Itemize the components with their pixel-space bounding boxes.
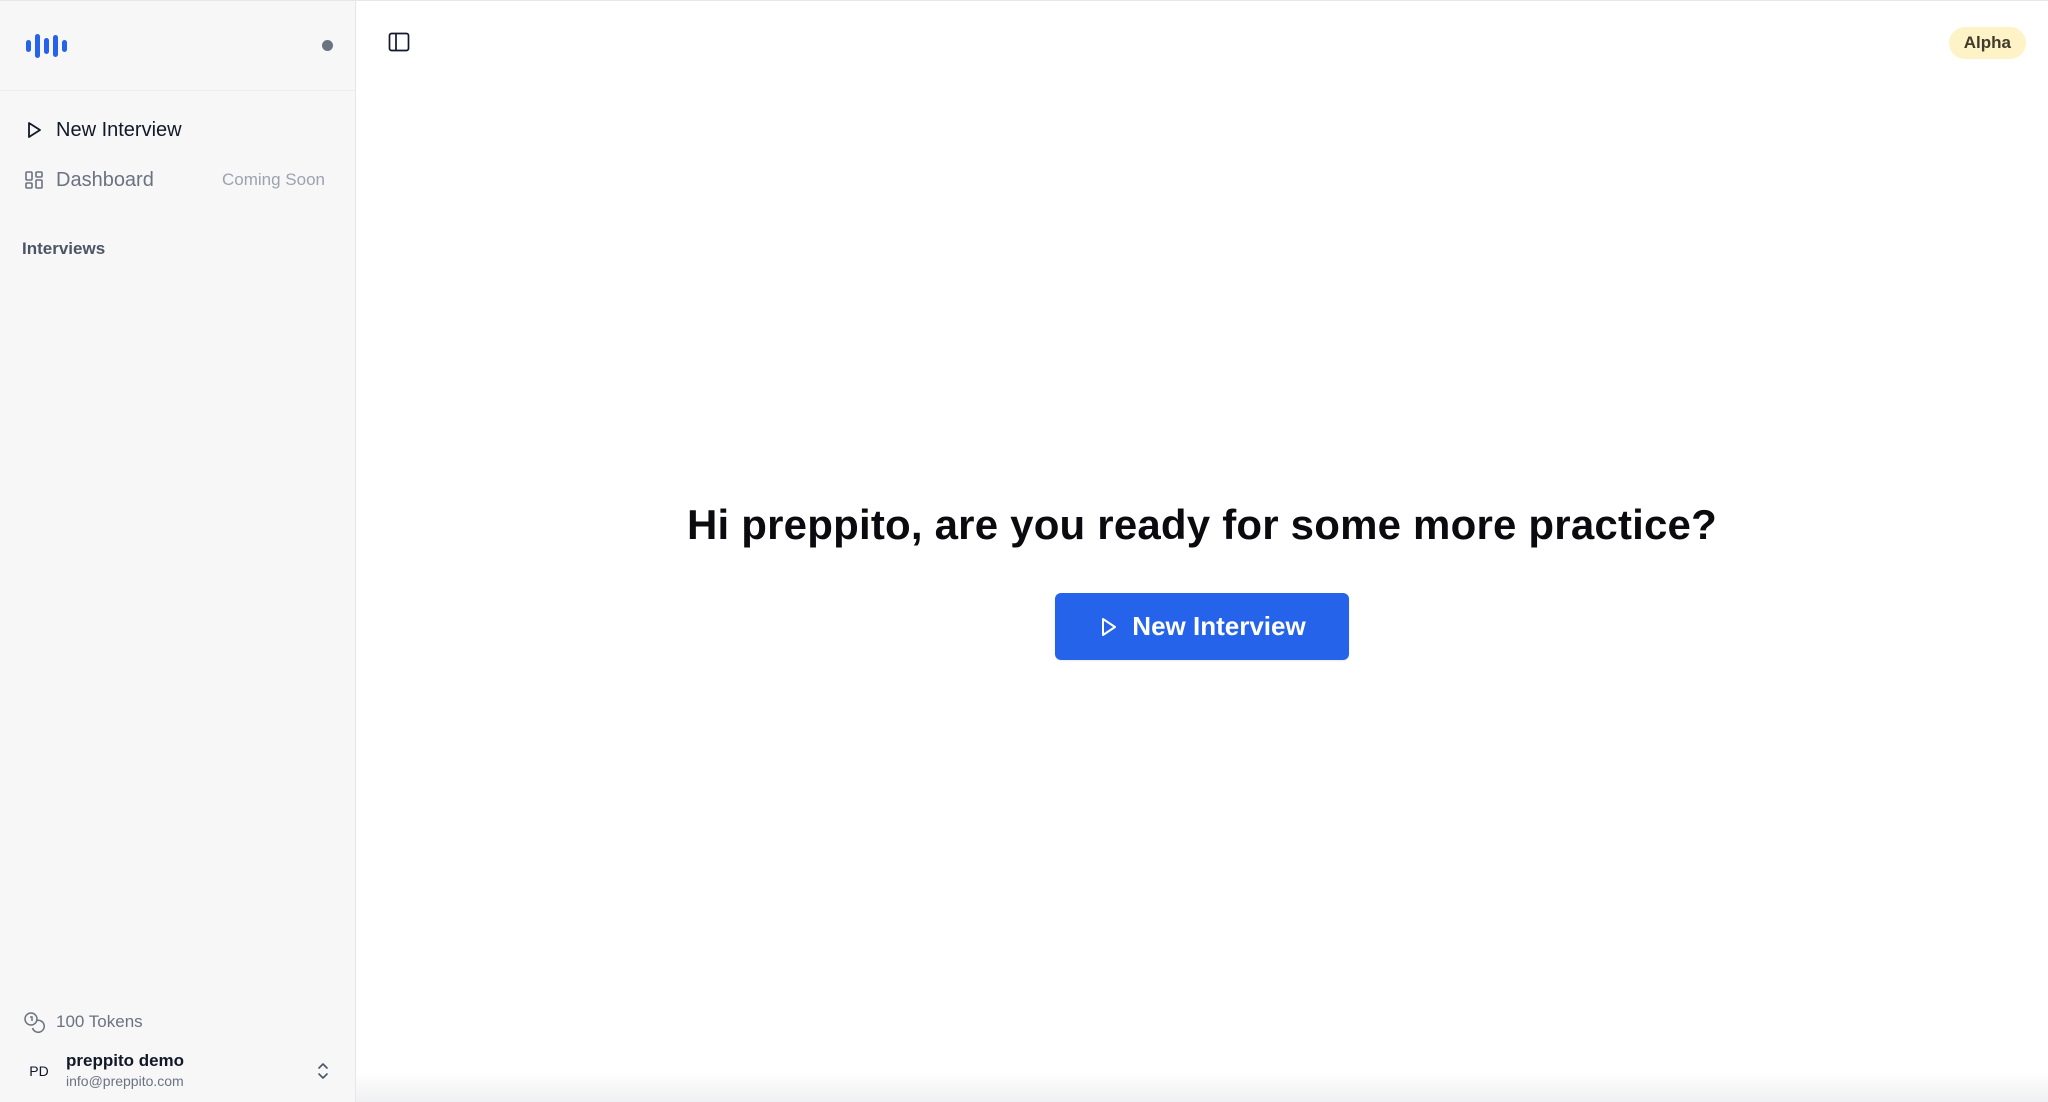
play-icon bbox=[22, 118, 46, 142]
bottom-shade bbox=[356, 1072, 2048, 1102]
avatar: PD bbox=[29, 1063, 49, 1079]
tokens-indicator: 100 Tokens bbox=[0, 1000, 355, 1044]
sidebar-item-label: New Interview bbox=[56, 118, 182, 141]
sidebar-header bbox=[0, 1, 355, 91]
main-content: Alpha Hi preppito, are you ready for som… bbox=[356, 1, 2048, 1102]
sidebar-item-new-interview[interactable]: New Interview bbox=[22, 105, 333, 155]
new-interview-button-label: New Interview bbox=[1132, 611, 1306, 641]
user-email: info@preppito.com bbox=[66, 1073, 184, 1089]
sidebar-nav: New Interview Dashboard Coming Soon bbox=[0, 91, 355, 205]
sidebar-item-dashboard[interactable]: Dashboard Coming Soon bbox=[22, 155, 333, 205]
status-dot-icon bbox=[322, 40, 333, 51]
new-interview-button[interactable]: New Interview bbox=[1055, 593, 1349, 660]
alpha-badge: Alpha bbox=[1948, 27, 2026, 59]
coins-icon bbox=[22, 1010, 46, 1034]
sidebar-footer: 100 Tokens PD preppito demo info@preppit… bbox=[0, 1000, 355, 1102]
coming-soon-badge: Coming Soon bbox=[221, 170, 325, 189]
sidebar: New Interview Dashboard Coming Soon Inte… bbox=[0, 1, 356, 1102]
play-icon bbox=[1098, 616, 1120, 638]
tokens-label: 100 Tokens bbox=[56, 1012, 143, 1031]
user-menu[interactable]: PD preppito demo info@preppito.com bbox=[0, 1044, 355, 1102]
page-title: Hi preppito, are you ready for some more… bbox=[687, 501, 1717, 548]
sidebar-toggle-icon[interactable] bbox=[386, 29, 412, 55]
user-info: preppito demo info@preppito.com bbox=[66, 1051, 184, 1091]
hero-section: Hi preppito, are you ready for some more… bbox=[356, 501, 2048, 660]
app-logo-icon[interactable] bbox=[26, 31, 67, 61]
interviews-section-label: Interviews bbox=[22, 239, 106, 258]
user-name: preppito demo bbox=[66, 1051, 185, 1070]
chevrons-up-down-icon[interactable] bbox=[313, 1059, 333, 1083]
sidebar-item-label: Dashboard bbox=[56, 168, 154, 191]
app-window: New Interview Dashboard Coming Soon Inte… bbox=[0, 0, 2048, 1102]
grid-icon bbox=[22, 168, 46, 192]
